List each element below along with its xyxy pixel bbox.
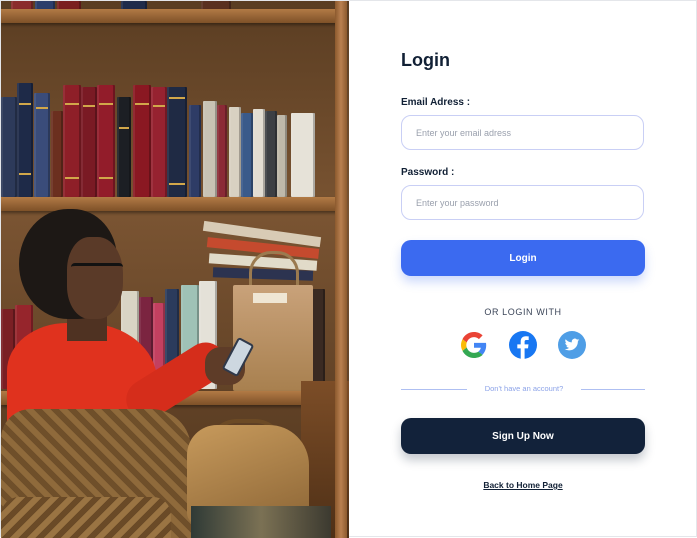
google-login-button[interactable]: [460, 331, 488, 359]
woman-face: [67, 237, 123, 319]
password-field[interactable]: [401, 185, 644, 220]
bookshelf-middle-row: [1, 81, 331, 197]
divider-right: [581, 389, 645, 390]
book: [229, 107, 241, 197]
paper-bag-label: [253, 293, 287, 303]
login-form: Login Email Adress : Password : Login OR…: [349, 1, 697, 538]
email-field[interactable]: [401, 115, 644, 150]
book: [133, 85, 151, 197]
or-login-with-label: OR LOGIN WITH: [484, 307, 562, 317]
book: [265, 111, 277, 197]
twitter-icon: [564, 338, 580, 351]
book: [217, 105, 227, 197]
hero-photo: [1, 1, 349, 538]
back-to-home-link[interactable]: Back to Home Page: [401, 480, 645, 490]
sign-up-button[interactable]: Sign Up Now: [401, 418, 645, 454]
book: [97, 85, 115, 197]
shelf-post: [335, 1, 347, 538]
password-label: Password :: [401, 167, 455, 178]
book: [51, 111, 63, 197]
login-button[interactable]: Login: [401, 240, 645, 276]
book: [17, 83, 33, 197]
book: [203, 101, 217, 197]
fabric: [191, 506, 331, 538]
book: [117, 97, 131, 197]
book: [1, 97, 17, 197]
no-account-text: Don't have an account?: [484, 384, 564, 393]
google-icon: [461, 332, 487, 358]
book: [311, 289, 325, 389]
facebook-login-button[interactable]: [509, 331, 537, 359]
email-label: Email Adress :: [401, 97, 471, 108]
twitter-login-button[interactable]: [558, 331, 586, 359]
book: [34, 93, 50, 197]
wicker-chair-front: [1, 497, 171, 538]
facebook-icon: [517, 336, 529, 359]
book: [291, 113, 315, 197]
book: [189, 105, 201, 197]
shelf-plank: [1, 197, 341, 211]
book: [81, 87, 97, 197]
book: [253, 109, 265, 197]
divider-left: [401, 389, 467, 390]
book: [151, 87, 167, 197]
glasses: [71, 263, 123, 276]
book: [277, 115, 287, 197]
page-title: Login: [401, 50, 450, 70]
login-page: Login Email Adress : Password : Login OR…: [0, 0, 697, 538]
book: [63, 85, 81, 197]
book: [167, 87, 187, 197]
shelf-plank: [1, 9, 341, 23]
book: [241, 113, 253, 197]
